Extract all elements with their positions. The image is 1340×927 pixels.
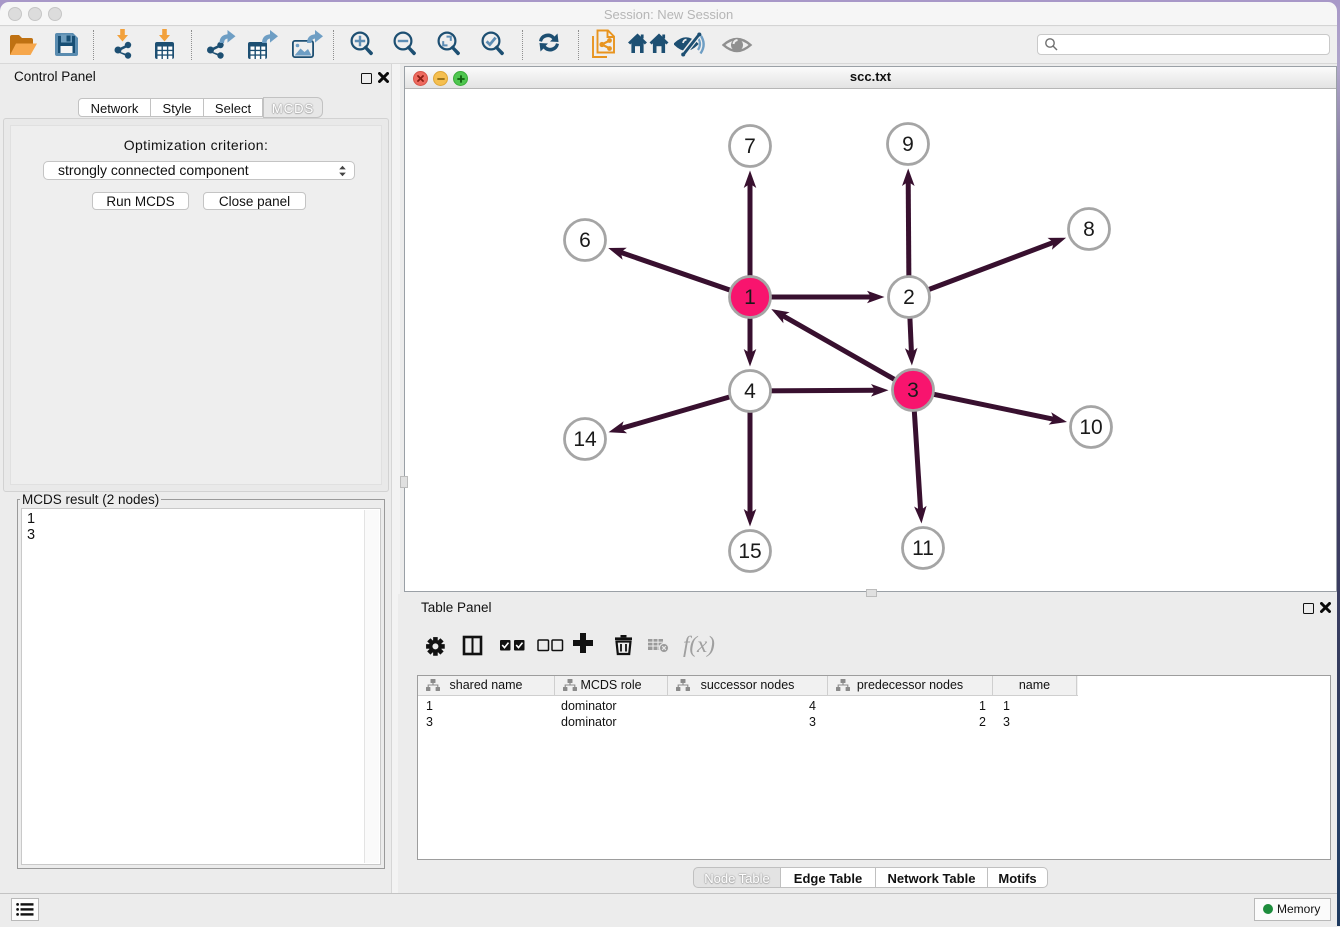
svg-text:10: 10 — [1079, 416, 1102, 439]
svg-text:8: 8 — [1083, 218, 1095, 241]
svg-text:14: 14 — [573, 428, 597, 451]
svg-text:7: 7 — [744, 135, 756, 158]
svg-text:3: 3 — [907, 379, 919, 402]
svg-text:4: 4 — [744, 380, 756, 403]
svg-text:6: 6 — [579, 229, 591, 252]
svg-text:2: 2 — [903, 286, 915, 309]
svg-text:11: 11 — [912, 537, 934, 560]
svg-text:15: 15 — [738, 540, 761, 563]
svg-text:f(x): f(x) — [683, 632, 715, 657]
svg-text:1: 1 — [744, 286, 756, 309]
svg-text:9: 9 — [902, 133, 914, 156]
